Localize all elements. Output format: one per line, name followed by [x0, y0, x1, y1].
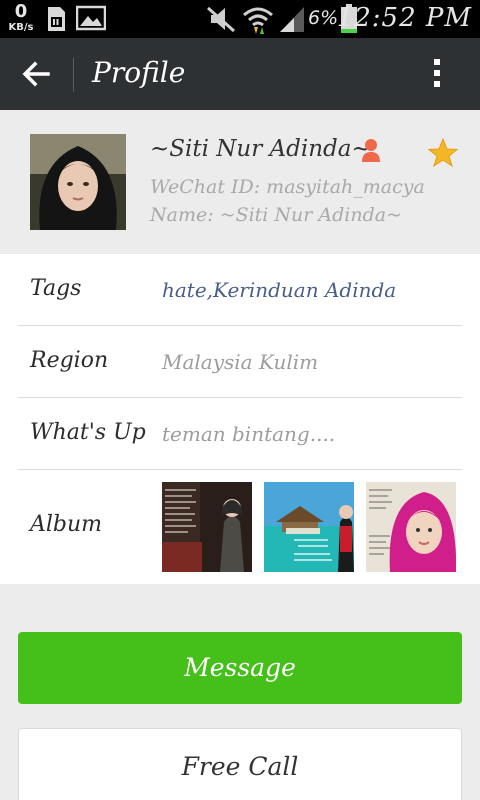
app-toolbar: Profile: [0, 38, 480, 110]
network-speed-unit: KB/s: [8, 22, 34, 33]
tags-row[interactable]: Tags hate,Kerinduan Adinda: [18, 254, 462, 326]
sim-icon: [48, 7, 65, 31]
arrow-left-icon[interactable]: [20, 58, 52, 90]
star-icon[interactable]: [428, 138, 458, 168]
page-title: Profile: [92, 56, 186, 89]
avatar[interactable]: [30, 134, 126, 230]
toolbar-divider: [73, 58, 74, 92]
region-label: Region: [30, 348, 109, 373]
region-row: Region Malaysia Kulim: [18, 326, 462, 398]
tags-label: Tags: [30, 276, 82, 301]
display-name: ~Siti Nur Adinda~: [150, 136, 371, 162]
album-photo[interactable]: [162, 482, 252, 572]
album-photo[interactable]: [366, 482, 456, 572]
network-speed: 0 KB/s: [4, 2, 38, 34]
battery-percent: 6%: [308, 7, 339, 29]
status-clock: 12:52 PM: [336, 3, 472, 33]
status-bar: 0 KB/s 6% 12:52 PM: [0, 0, 480, 38]
region-value: Malaysia Kulim: [162, 350, 319, 374]
album-label: Album: [30, 512, 103, 537]
signal-icon: [280, 7, 304, 32]
female-icon: [362, 139, 380, 162]
more-vertical-icon[interactable]: [425, 56, 449, 94]
tags-value: hate,Kerinduan Adinda: [162, 278, 397, 302]
whatsup-value: teman bintang....: [162, 422, 336, 446]
free-call-button[interactable]: Free Call: [18, 728, 462, 800]
message-button[interactable]: Message: [18, 632, 462, 704]
profile-details: Tags hate,Kerinduan Adinda Region Malays…: [0, 254, 480, 584]
whatsup-label: What's Up: [30, 420, 146, 445]
real-name: Name: ~Siti Nur Adinda~: [150, 204, 403, 226]
wechat-id: WeChat ID: masyitah_macya: [150, 176, 425, 198]
profile-header: ~Siti Nur Adinda~ WeChat ID: masyitah_ma…: [0, 110, 480, 254]
network-speed-value: 0: [14, 1, 28, 22]
wifi-icon: [243, 7, 273, 34]
image-icon: [76, 5, 106, 31]
mute-icon: [207, 6, 235, 33]
album-photo[interactable]: [264, 482, 354, 572]
whatsup-row: What's Up teman bintang....: [18, 398, 462, 470]
